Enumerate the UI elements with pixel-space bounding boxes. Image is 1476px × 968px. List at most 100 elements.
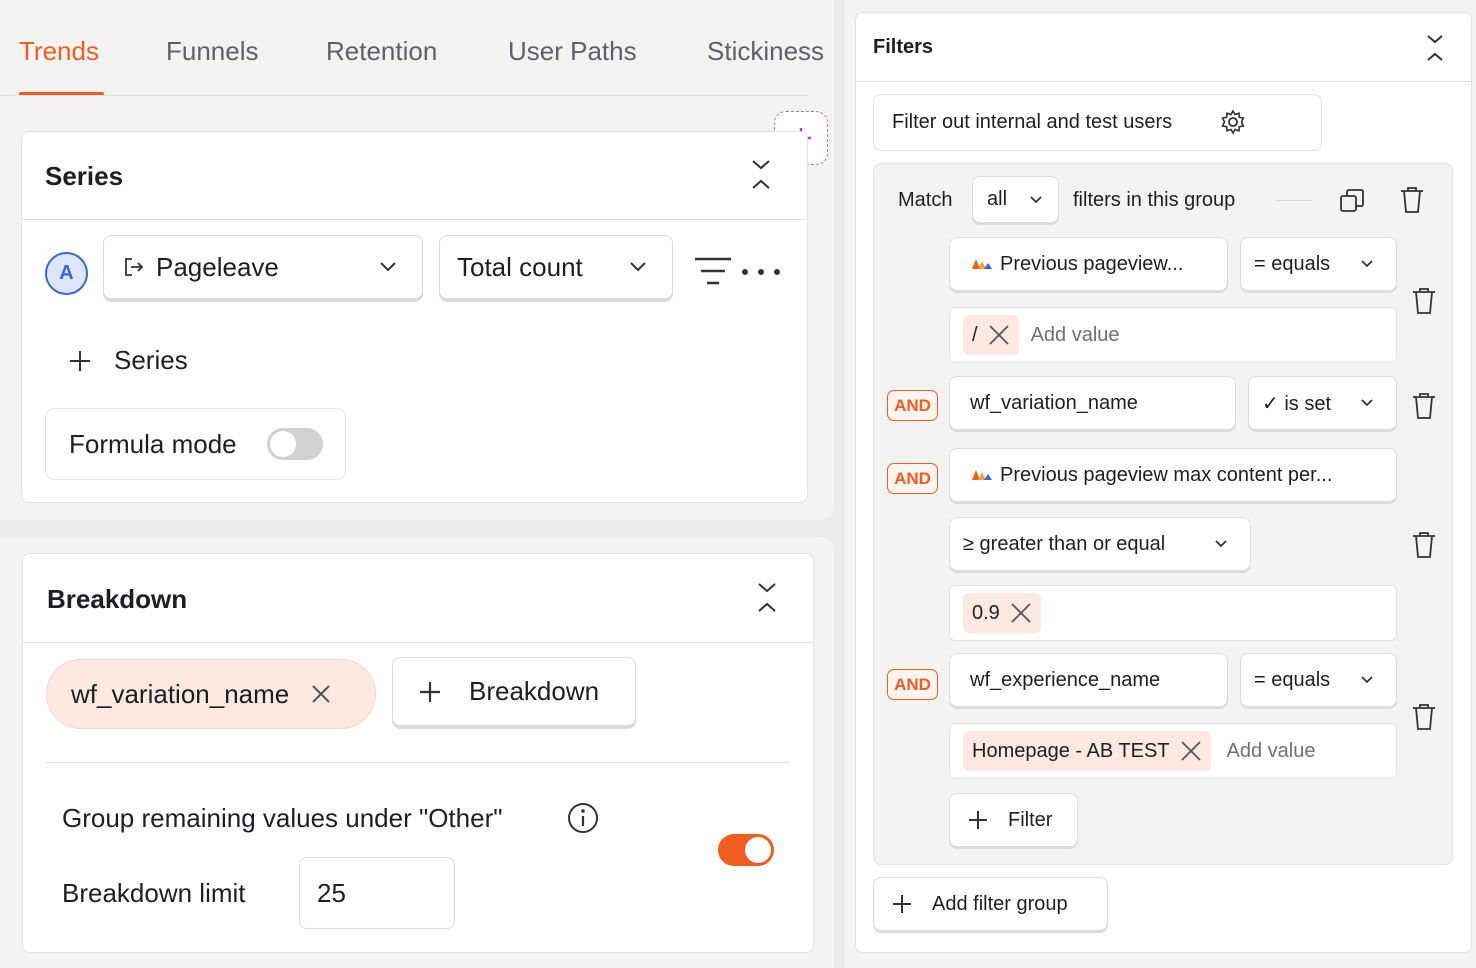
filter-1-add-value: Add value [1030, 323, 1120, 346]
rainbow-property-icon [972, 259, 992, 269]
close-icon[interactable] [1010, 602, 1032, 624]
and-badge-3: AND [887, 463, 938, 494]
filter-3-value-tag: 0.9 [963, 593, 1041, 633]
delete-filter-1-button[interactable] [1411, 287, 1437, 315]
filter-1-operator[interactable]: = equals [1240, 237, 1397, 291]
chevron-down-icon [1361, 676, 1373, 684]
filter-1-property[interactable]: Previous pageview... [949, 237, 1228, 291]
filter-1-property-label: Previous pageview... [1000, 252, 1184, 275]
duplicate-group-button[interactable] [1339, 188, 1365, 214]
series-title: Series [45, 161, 124, 191]
add-filter-group-button[interactable]: Add filter group [873, 877, 1108, 931]
add-series-button[interactable]: Series [68, 345, 188, 376]
add-breakdown-label: Breakdown [469, 676, 600, 706]
filter-3-operator[interactable]: ≥ greater than or equal [949, 517, 1251, 571]
collapse-chevrons-icon [752, 160, 770, 189]
more-dots-icon [742, 269, 780, 275]
rainbow-property-icon [972, 470, 992, 480]
tab-funnels[interactable]: Funnels [166, 36, 259, 67]
tab-trends[interactable]: Trends [19, 36, 99, 67]
group-suffix-label: filters in this group [1073, 189, 1236, 211]
tab-stickiness[interactable]: Stickiness [707, 36, 824, 67]
match-value: all [987, 188, 1008, 210]
collapse-series-button[interactable] [749, 157, 773, 193]
filter-3-property[interactable]: Previous pageview max content per... [949, 448, 1397, 502]
math-select-button[interactable]: Total count [439, 235, 673, 299]
breakdown-limit-input[interactable]: 25 [299, 857, 455, 929]
filter-1-value-tag: / [963, 315, 1019, 355]
tab-user-paths[interactable]: User Paths [508, 36, 637, 67]
filter-4-add-value: Add value [1226, 739, 1316, 762]
close-icon[interactable] [1180, 740, 1202, 762]
toggle-knob [745, 837, 771, 863]
chevron-down-icon [380, 262, 396, 272]
filter-lines-icon [695, 257, 731, 285]
chevron-down-icon [1361, 399, 1373, 407]
collapse-chevrons-icon [758, 583, 776, 612]
and-badge-2: AND [887, 390, 938, 421]
filters-title: Filters [873, 36, 934, 58]
add-filter-button[interactable]: Filter [949, 793, 1078, 847]
filter-1-operator-label: = equals [1254, 252, 1331, 275]
filter-4-operator[interactable]: = equals [1240, 653, 1397, 707]
trash-icon [1413, 532, 1435, 558]
tab-retention[interactable]: Retention [326, 36, 437, 67]
series-filter-button[interactable] [693, 256, 733, 290]
filter-2-property[interactable]: wf_variation_name [949, 376, 1236, 430]
filter-1-value: / [972, 323, 978, 346]
group-other-label: Group remaining values under "Other" [62, 803, 503, 833]
tabs-divider [0, 95, 808, 96]
filter-2-operator[interactable]: ✓ is set [1248, 376, 1397, 430]
add-filter-label: Filter [1008, 808, 1053, 831]
series-header-divider [22, 219, 807, 220]
chevron-down-icon [1361, 260, 1373, 268]
collapse-chevrons-icon [1427, 35, 1443, 61]
group-other-toggle[interactable] [718, 834, 774, 866]
filter-4-operator-label: = equals [1254, 668, 1331, 691]
breakdown-title: Breakdown [47, 584, 188, 614]
close-icon[interactable] [311, 684, 331, 704]
filter-2-operator-label: ✓ is set [1262, 392, 1331, 415]
series-letter-badge: A [45, 252, 88, 295]
add-breakdown-button[interactable]: Breakdown [392, 657, 636, 726]
filter-4-property[interactable]: wf_experience_name [949, 653, 1228, 707]
breakdown-tag[interactable]: wf_variation_name [46, 659, 376, 729]
series-more-button[interactable] [740, 266, 782, 278]
filter-2-property-label: wf_variation_name [970, 391, 1138, 414]
filter-3-property-label: Previous pageview max content per... [1000, 463, 1333, 486]
event-select-button[interactable]: Pageleave [103, 235, 423, 299]
filter-4-values[interactable]: Homepage - AB TEST Add value [949, 723, 1397, 779]
chevron-down-icon [630, 262, 646, 272]
filter-3-values[interactable]: 0.9 [949, 585, 1397, 641]
collapse-filters-button[interactable] [1425, 33, 1445, 63]
formula-mode-toggle[interactable] [267, 428, 323, 460]
plus-icon [420, 681, 440, 702]
copy-icon [1340, 189, 1364, 212]
match-select[interactable]: all [972, 176, 1059, 223]
math-label: Total count [457, 251, 583, 282]
add-series-label: Series [114, 345, 188, 375]
delete-group-button[interactable] [1399, 186, 1425, 214]
plus-icon [893, 895, 911, 913]
collapse-breakdown-button[interactable] [755, 580, 779, 616]
plus-icon [969, 811, 987, 829]
internal-users-settings[interactable] [1220, 109, 1246, 135]
formula-mode-label: Formula mode [69, 429, 237, 459]
close-icon[interactable] [988, 324, 1010, 346]
pageleave-icon [125, 258, 144, 276]
group-divider [1276, 200, 1312, 201]
filter-1-values[interactable]: / Add value [949, 307, 1397, 363]
trash-icon [1401, 187, 1423, 213]
delete-filter-3-button[interactable] [1411, 531, 1437, 559]
group-other-info[interactable] [566, 801, 600, 835]
and-badge-4: AND [887, 669, 938, 700]
breakdown-tag-label: wf_variation_name [71, 678, 290, 709]
chevron-down-icon [1030, 195, 1042, 203]
filters-header-divider [856, 81, 1471, 82]
delete-filter-4-button[interactable] [1411, 703, 1437, 731]
trash-icon [1413, 288, 1435, 314]
breakdown-limit-label: Breakdown limit [62, 878, 246, 908]
gear-icon [1221, 109, 1245, 135]
breakdown-options-divider [45, 762, 790, 763]
delete-filter-2-button[interactable] [1411, 392, 1437, 420]
